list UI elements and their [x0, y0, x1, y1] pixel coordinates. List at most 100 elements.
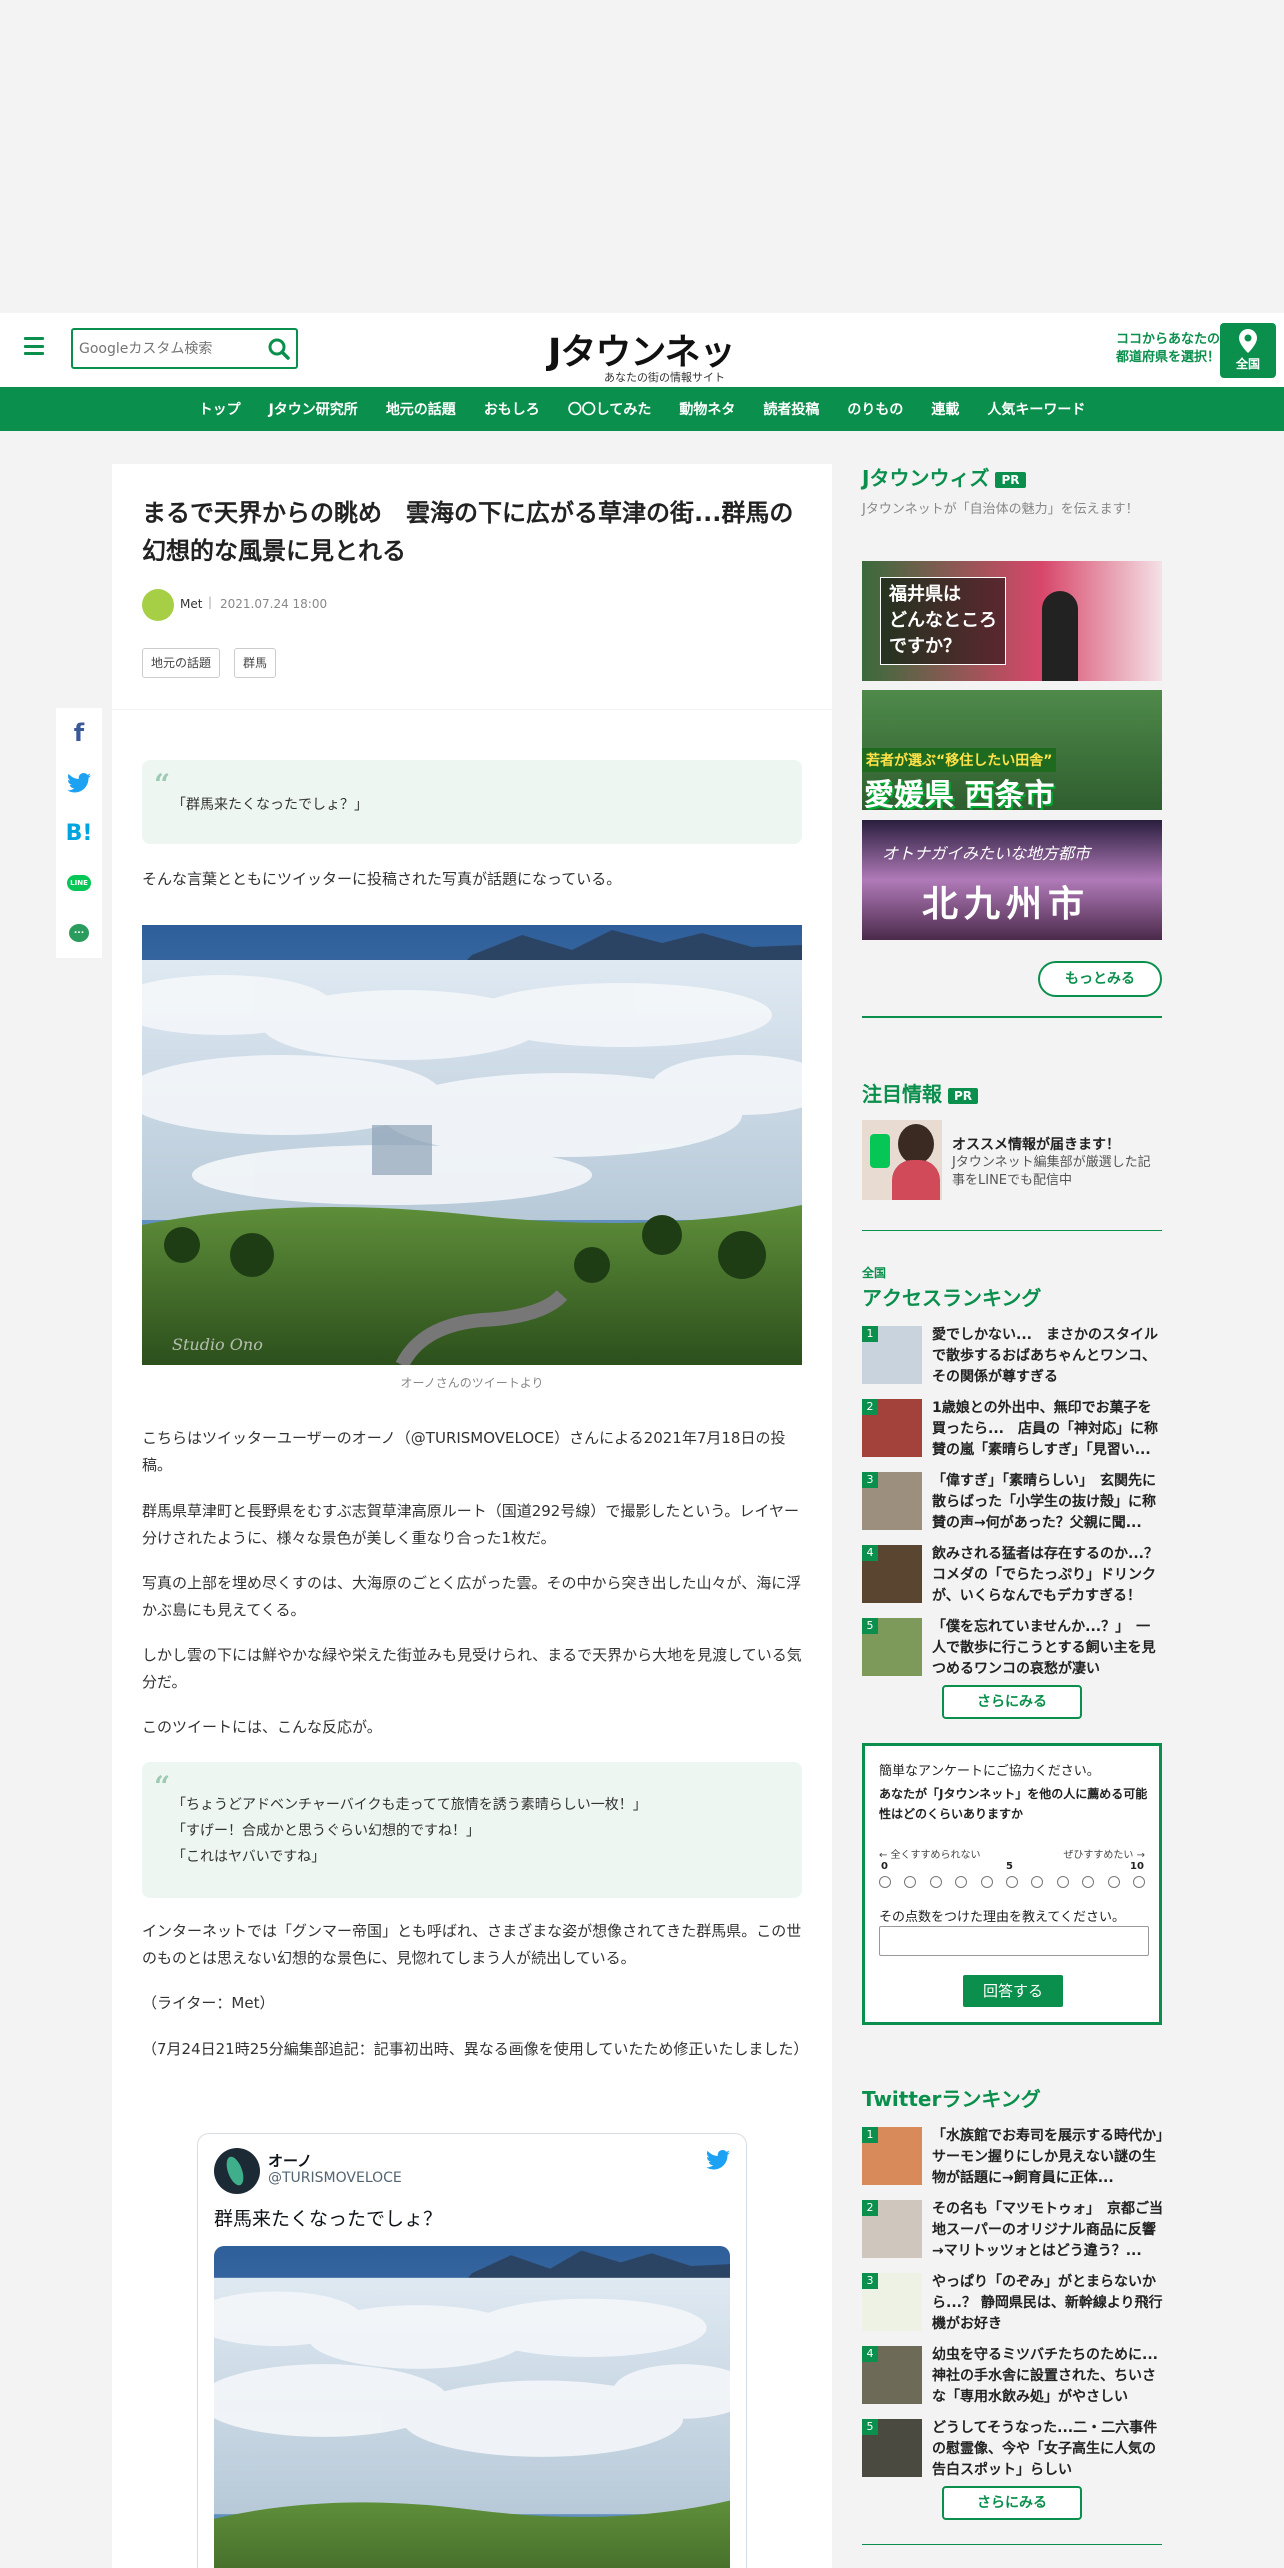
line-icon[interactable]: LINE	[56, 858, 102, 908]
menu-icon[interactable]	[24, 337, 44, 355]
paragraph: インターネットでは「グンマー帝国」とも呼ばれ、さまざまな姿が想像されてきた群馬県…	[142, 1922, 802, 1967]
author-name[interactable]: Met	[180, 597, 202, 611]
score-radio[interactable]	[904, 1876, 917, 1888]
see-more-button[interactable]: さらにみる	[942, 2486, 1082, 2520]
rank-thumb[interactable]: 2	[862, 1399, 922, 1457]
article-title: まるで天界からの眺め 雲海の下に広がる草津の街...群馬の幻想的な風景に見とれる	[142, 499, 794, 565]
notice-title: 注目情報	[862, 1082, 942, 1106]
facebook-icon[interactable]: f	[56, 708, 102, 758]
score-radio[interactable]	[879, 1876, 891, 1888]
score-radio[interactable]	[980, 1876, 993, 1888]
region-select-button[interactable]: 全国	[1220, 323, 1276, 378]
nav-item-animals[interactable]: 動物ネタ	[665, 399, 749, 419]
paragraph: （ライター：Met）	[142, 1994, 275, 2012]
rank-thumb[interactable]: 4	[862, 1545, 922, 1603]
more-button[interactable]: もっとみる	[1038, 961, 1162, 997]
embedded-tweet[interactable]: オーノ @TURISMOVELOCE 群馬来たくなったでしょ？	[197, 2133, 747, 2568]
notice-headline[interactable]: オススメ情報が届きます！	[952, 1134, 1120, 1154]
ranking-item[interactable]: 1歳娘との外出中、無印でお菓子を買ったら... 店員の「神対応」に称賛の嵐「素晴…	[932, 1398, 1164, 1461]
score-radio[interactable]	[1031, 1876, 1044, 1888]
ranking-item[interactable]: 「僕を忘れていませんか...？」 一人で散歩に行こうとする飼い主を見つめるワンコ…	[932, 1617, 1164, 1680]
nav-item-tried[interactable]: 〇〇してみた	[554, 399, 666, 419]
ranking-item[interactable]: 愛でしかない... まさかのスタイルで散歩するおばあちゃんとワンコ、その関係が尊…	[932, 1325, 1164, 1388]
score-radio[interactable]	[1056, 1876, 1069, 1888]
tweet-author-handle[interactable]: @TURISMOVELOCE	[268, 2170, 402, 2186]
tag-gunma[interactable]: 群馬	[234, 648, 277, 678]
twitter-icon[interactable]	[56, 758, 102, 808]
banner-text: 愛媛県 西条市	[864, 778, 1055, 810]
ranking-item[interactable]: 「水族館でお寿司を展示する時代か」 サーモン握りにしか見えない謎の生物が話題に→…	[932, 2126, 1177, 2189]
twitter-icon[interactable]	[706, 2150, 730, 2170]
search-box	[71, 328, 298, 369]
ranking-item[interactable]: 幼虫を守るミツバチたちのために... 神社の手水舎に設置された、ちいさな「専用水…	[932, 2345, 1172, 2408]
search-input[interactable]	[79, 338, 249, 360]
banner-text: 若者が選ぶ“移住したい田舎”	[862, 748, 1057, 772]
nav-item-top[interactable]: トップ	[185, 399, 255, 419]
rank-thumb[interactable]: 5	[862, 1618, 922, 1676]
rank-number: 1	[862, 2127, 878, 2143]
rank-thumb[interactable]: 1	[862, 2127, 922, 2185]
comment-icon[interactable]: ...	[56, 908, 102, 958]
banner-text: オトナガイみたいな地方都市	[882, 844, 1091, 863]
article-photo[interactable]: Studio Ono	[142, 925, 802, 1365]
nav-item-local[interactable]: 地元の話題	[372, 399, 470, 419]
notice-thumb[interactable]	[862, 1120, 942, 1200]
rank-number: 5	[862, 1618, 878, 1634]
nav-item-vehicles[interactable]: のりもの	[833, 399, 917, 419]
score-radio[interactable]	[1133, 1876, 1145, 1888]
quote-mark-icon: “	[154, 768, 171, 801]
submit-button[interactable]: 回答する	[963, 1975, 1063, 2007]
paragraph: 群馬県草津町と長野県をむすぶ志賀草津高原ルート（国道292号線）で撮影したという…	[142, 1502, 799, 1547]
rank-number: 2	[862, 2200, 878, 2216]
author-avatar[interactable]	[142, 589, 174, 621]
score-radio-group	[879, 1876, 1149, 1890]
paragraph: （7月24日21時25分編集部追記：記事初出時、異なる画像を使用していたため修正…	[142, 2040, 809, 2058]
tag-local-topic[interactable]: 地元の話題	[142, 648, 221, 678]
nav-item-lab[interactable]: Jタウン研究所	[255, 399, 372, 419]
nav-item-funny[interactable]: おもしろ	[470, 399, 554, 419]
ranking-item[interactable]: どうしてそうなった...二・二六事件の慰霊像、今や「女子高生に人気の告白スポット…	[932, 2418, 1164, 2481]
banner-kitakyushu[interactable]: オトナガイみたいな地方都市 北九州市	[862, 820, 1162, 940]
banner-saijo[interactable]: 若者が選ぶ“移住したい田舎” 愛媛県 西条市	[862, 690, 1162, 810]
main-nav: トップ Jタウン研究所 地元の話題 おもしろ 〇〇してみた 動物ネタ 読者投稿 …	[0, 387, 1284, 431]
ranking-item[interactable]: やっぱり「のぞみ」がとまらないから...？ 静岡県民は、新幹線より飛行機がお好き	[932, 2272, 1164, 2335]
article-body: “ 「群馬来たくなったでしょ？」 そんな言葉とともにツイッターに投稿された写真が…	[112, 710, 832, 2568]
ranking-item[interactable]: 飲みされる猛者は存在するのか...？ コメダの「でらたっぷり」ドリンクが、いくら…	[932, 1544, 1172, 1607]
ranking-item[interactable]: 「偉すぎ」「素晴らしい」 玄関先に散らばった「小学生の抜け殻」に称賛の声→何があ…	[932, 1471, 1164, 1534]
nav-item-keywords[interactable]: 人気キーワード	[973, 399, 1099, 419]
paragraph: しかし雲の下には鮮やかな緑や栄えた街並みも見受けられ、まるで天界から大地を見渡し…	[142, 1646, 802, 1691]
tweet-photo[interactable]	[214, 2246, 730, 2568]
map-pin-icon	[1239, 329, 1257, 353]
nav-item-series[interactable]: 連載	[917, 399, 973, 419]
article-date: 2021.07.24 18:00	[220, 597, 328, 611]
score-radio[interactable]	[1107, 1876, 1120, 1888]
score-radio[interactable]	[1082, 1876, 1095, 1888]
ranking-item[interactable]: その名も「マツモトゥォ」 京都ご当地スーパーのオリジナル商品に反響→マリトッツォ…	[932, 2199, 1164, 2262]
score-radio[interactable]	[955, 1876, 968, 1888]
quote-line: 「すげー！合成かと思うぐらい幻想的ですね！」	[172, 1823, 480, 1839]
quote-mark-icon: “	[154, 1770, 171, 1803]
banner-fukui[interactable]: 福井県は どんなところ ですか？	[862, 561, 1162, 681]
score-radio[interactable]	[1006, 1876, 1018, 1888]
survey-question: あなたが「Jタウンネット」を他の人に薦める可能性はどのくらいありますか	[879, 1787, 1148, 1821]
rank-thumb[interactable]: 1	[862, 1326, 922, 1384]
see-more-button[interactable]: さらにみる	[942, 1685, 1082, 1719]
rank-thumb[interactable]: 3	[862, 1472, 922, 1530]
tweet-author-name[interactable]: オーノ	[268, 2150, 312, 2171]
meta-separator: |	[208, 595, 213, 609]
hatena-bookmark-icon[interactable]: B!	[56, 808, 102, 858]
score-radio[interactable]	[929, 1876, 942, 1888]
section-divider	[862, 2544, 1162, 2545]
rank-thumb[interactable]: 3	[862, 2273, 922, 2331]
reason-input[interactable]	[879, 1926, 1149, 1956]
rank-number: 3	[862, 2273, 878, 2289]
jtown-wiz-desc: Jタウンネットが「自治体の魅力」を伝えます！	[862, 502, 1139, 517]
rank-thumb[interactable]: 4	[862, 2346, 922, 2404]
nav-item-reader[interactable]: 読者投稿	[749, 399, 833, 419]
site-logo[interactable]: Jタウンネット あなたの街の情報サイト	[548, 323, 738, 425]
notice-body: Jタウンネット編集部が厳選した記事をLINEでも配信中	[952, 1155, 1151, 1188]
tweet-avatar[interactable]	[214, 2148, 260, 2194]
search-icon[interactable]	[266, 336, 292, 362]
rank-thumb[interactable]: 2	[862, 2200, 922, 2258]
rank-thumb[interactable]: 5	[862, 2419, 922, 2477]
